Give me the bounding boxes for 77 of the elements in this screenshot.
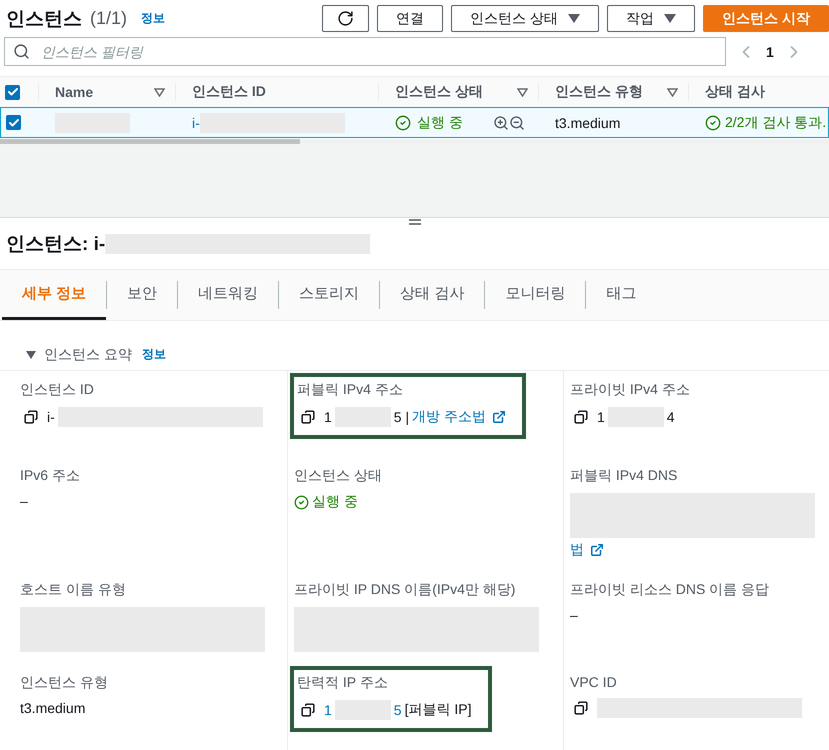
copy-icon[interactable] xyxy=(574,701,588,715)
search-field[interactable]: 인스턴스 필터링 xyxy=(4,37,726,66)
refresh-button[interactable] xyxy=(322,5,370,32)
ip-link[interactable]: 5 xyxy=(394,702,402,718)
info-link[interactable]: 정보 xyxy=(141,10,166,27)
check-circle-icon xyxy=(294,494,309,510)
external-link-icon xyxy=(590,543,604,557)
column-header: Name xyxy=(55,84,94,100)
table-row[interactable]: i- 실행 중 t3.medium 2/2개 검사 통과. xyxy=(0,107,829,138)
field-label: 프라이빗 IP DNS 이름(IPv4만 해당) xyxy=(294,581,516,599)
column-header: 인스턴스 상태 xyxy=(395,83,483,101)
field-value: – xyxy=(570,607,578,623)
instance-count: (1/1) xyxy=(90,8,128,29)
field-label: 퍼블릭 IPv4 주소 xyxy=(297,381,404,399)
column-header: 인스턴스 유형 xyxy=(555,83,643,101)
copy-icon[interactable] xyxy=(301,703,315,717)
search-icon xyxy=(13,43,30,60)
page-number[interactable]: 1 xyxy=(766,44,774,60)
copy-icon[interactable] xyxy=(301,410,315,424)
column-header: 인스턴스 ID xyxy=(192,83,266,101)
table-cell: t3.medium xyxy=(555,114,620,130)
row-checkbox[interactable] xyxy=(6,115,21,130)
field-label: 탄력적 IP 주소 xyxy=(297,674,389,692)
check-circle-icon xyxy=(705,114,721,130)
dropdown-button[interactable]: 인스턴스 상태 xyxy=(451,5,600,32)
field-value: 1 xyxy=(324,409,332,425)
external-link-icon xyxy=(492,410,506,424)
tab[interactable]: 네트워킹 xyxy=(178,270,278,320)
caret-icon xyxy=(664,14,676,23)
field-label: 호스트 이름 유형 xyxy=(20,581,127,599)
copy-icon[interactable] xyxy=(574,410,588,424)
select-all-checkbox[interactable] xyxy=(5,84,20,100)
info-link[interactable]: 정보 xyxy=(142,346,166,364)
page-title: 인스턴스 xyxy=(6,8,82,32)
field-label: 프라이빗 리소스 DNS 이름 응답 xyxy=(570,581,770,599)
sort-icon[interactable] xyxy=(667,88,678,96)
field-value: t3.medium xyxy=(20,700,86,716)
detail-title: 인스턴스: i- xyxy=(6,233,106,258)
collapse-caret-icon[interactable] xyxy=(26,350,36,360)
ip-link[interactable]: 1 xyxy=(324,702,332,718)
status-checks: 2/2개 검사 통과. xyxy=(705,114,826,132)
resize-handle-icon[interactable] xyxy=(408,218,420,226)
sort-icon[interactable] xyxy=(154,88,165,96)
tab[interactable]: 태그 xyxy=(586,270,656,320)
copy-icon[interactable] xyxy=(24,410,38,424)
field-value: 1 xyxy=(597,409,605,425)
tab[interactable]: 보안 xyxy=(107,270,178,320)
field-value: 4 xyxy=(666,409,675,425)
field-label: 인스턴스 상태 xyxy=(294,467,382,485)
field-value: i- xyxy=(47,409,55,425)
zoom-in-icon[interactable] xyxy=(492,114,509,130)
check-circle-icon xyxy=(395,114,411,130)
field-label: VPC ID xyxy=(570,674,618,690)
tab[interactable]: 스토리지 xyxy=(279,270,380,320)
field-value: [퍼블릭 IP] xyxy=(404,701,472,719)
field-label: 인스턴스 유형 xyxy=(20,674,108,692)
external-link[interactable]: 개방 주소법 xyxy=(412,408,506,426)
status-running: 실행 중 xyxy=(294,493,358,511)
field-label: 인스턴스 ID xyxy=(20,381,95,399)
field-value: 5 | xyxy=(394,409,410,425)
sort-icon[interactable] xyxy=(517,88,528,96)
dropdown-button[interactable]: 작업 xyxy=(607,5,696,32)
tab[interactable]: 상태 검사 xyxy=(380,270,484,320)
instance-id-link[interactable]: i- xyxy=(192,114,200,130)
field-label: 프라이빗 IPv4 주소 xyxy=(570,381,690,399)
refresh-icon xyxy=(337,10,354,27)
status-running: 실행 중 xyxy=(395,114,463,132)
field-value: – xyxy=(20,493,28,509)
zoom-out-icon[interactable] xyxy=(508,114,525,130)
connect-button[interactable]: 연결 xyxy=(377,5,444,32)
external-link[interactable]: 법 xyxy=(570,541,604,559)
caret-icon xyxy=(568,14,580,23)
tab[interactable]: 모니터링 xyxy=(485,270,586,320)
field-label: 퍼블릭 IPv4 DNS xyxy=(570,467,678,485)
field-label: IPv6 주소 xyxy=(20,467,80,485)
section-title: 인스턴스 요약 xyxy=(44,346,132,364)
column-header: 상태 검사 xyxy=(705,83,765,101)
